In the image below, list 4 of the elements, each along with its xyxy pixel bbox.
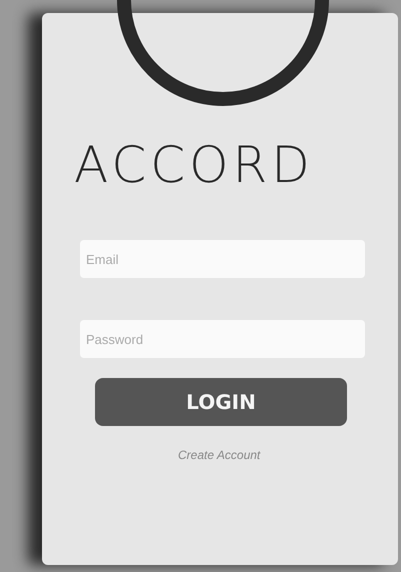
input-field[interactable]: Password <box>80 320 365 358</box>
brand-title: ACCORD <box>74 140 314 190</box>
login-button[interactable]: LOGIN <box>95 378 347 426</box>
input-field[interactable]: Email <box>80 240 365 278</box>
